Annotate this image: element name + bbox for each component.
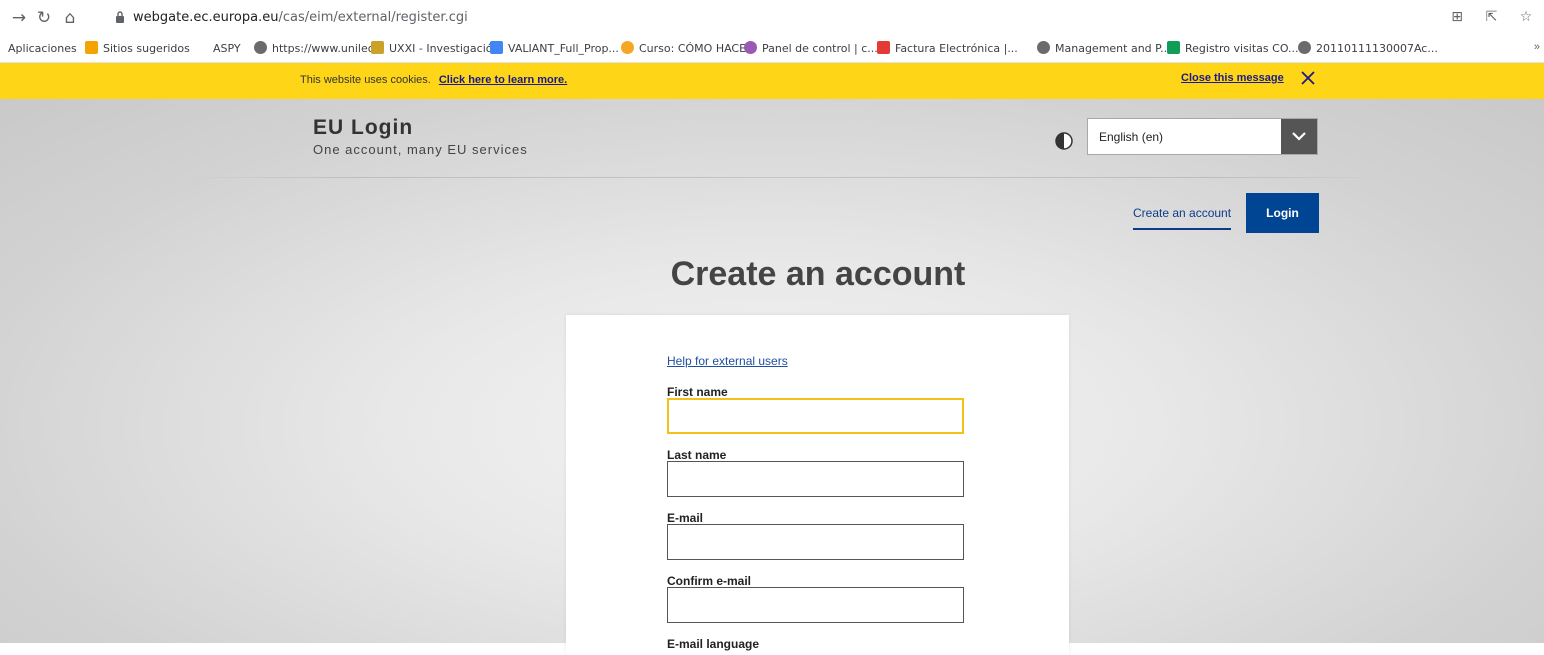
- header-divider: [183, 177, 1388, 178]
- site-title: EU Login: [313, 116, 414, 139]
- language-select[interactable]: English (en): [1087, 118, 1318, 155]
- docs-icon: [490, 41, 503, 54]
- bookmark-registro[interactable]: Registro visitas CO...: [1167, 41, 1299, 57]
- globe-icon: [1037, 41, 1050, 54]
- registration-form: Help for external users First name Last …: [566, 315, 1069, 655]
- language-dropdown-button[interactable]: [1281, 119, 1317, 154]
- contrast-icon[interactable]: [1055, 132, 1073, 150]
- language-value: English (en): [1099, 130, 1164, 144]
- page-title: Create an account: [670, 255, 966, 293]
- bing-icon: [85, 41, 98, 54]
- bookmark-unileon[interactable]: https://www.unileo...: [254, 41, 385, 57]
- last-name-label: Last name: [667, 448, 727, 462]
- moodle-icon: [621, 41, 634, 54]
- factura-icon: [877, 41, 890, 54]
- forward-icon[interactable]: →: [8, 7, 30, 29]
- email-label: E-mail: [667, 511, 704, 525]
- bookmark-management[interactable]: Management and P...: [1037, 41, 1171, 57]
- first-name-field[interactable]: [667, 398, 964, 434]
- page: EU Login One account, many EU services E…: [0, 99, 1544, 655]
- email-language-label: E-mail language: [667, 637, 760, 651]
- reload-icon[interactable]: ↻: [33, 7, 55, 29]
- url-host: webgate.ec.europa.eu: [133, 10, 279, 25]
- chevron-down-icon: [1292, 132, 1306, 141]
- globe-icon: [1298, 41, 1311, 54]
- cookie-message: This website uses cookies. Click here to …: [300, 74, 567, 86]
- browser-actions: ⊞ ⇱ ☆: [1437, 8, 1536, 28]
- bookmark-suggested-sites[interactable]: Sitios sugeridos: [85, 41, 190, 57]
- email-field[interactable]: [667, 524, 964, 560]
- create-account-tab[interactable]: Create an account: [1133, 206, 1232, 230]
- bookmarks-more-icon[interactable]: »: [1534, 41, 1540, 53]
- bookmark-2011[interactable]: 20110111130007Ac...: [1298, 41, 1438, 57]
- bookmark-uxxi[interactable]: UXXI - Investigació...: [371, 41, 503, 57]
- site-subtitle: One account, many EU services: [313, 142, 528, 157]
- bookmark-valiant[interactable]: VALIANT_Full_Prop...: [490, 41, 619, 57]
- translate-icon[interactable]: ⊞: [1447, 9, 1467, 25]
- bookmark-apps[interactable]: Aplicaciones: [8, 41, 77, 57]
- url-path: /cas/eim/external/register.cgi: [278, 10, 468, 25]
- cookie-learn-more-link[interactable]: Click here to learn more.: [439, 74, 567, 86]
- url-field[interactable]: webgate.ec.europa.eu/cas/eim/external/re…: [133, 10, 468, 25]
- browser-address-bar: → ↻ ⌂ webgate.ec.europa.eu/cas/eim/exter…: [0, 0, 1544, 36]
- cookie-banner: This website uses cookies. Click here to …: [0, 63, 1544, 99]
- bookmark-factura[interactable]: Factura Electrónica |...: [877, 41, 1018, 57]
- drive-icon: [1167, 41, 1180, 54]
- panel-icon: [744, 41, 757, 54]
- last-name-field[interactable]: [667, 461, 964, 497]
- cookie-text: This website uses cookies.: [300, 74, 431, 86]
- login-button[interactable]: Login: [1246, 193, 1319, 233]
- bookmark-panel[interactable]: Panel de control | c...: [744, 41, 878, 57]
- home-icon[interactable]: ⌂: [59, 7, 81, 29]
- close-message-link[interactable]: Close this message: [1181, 72, 1284, 84]
- bookmarks-bar: Aplicaciones Sitios sugeridos ASPY https…: [0, 36, 1544, 63]
- confirm-email-field[interactable]: [667, 587, 964, 623]
- first-name-label: First name: [667, 385, 728, 399]
- close-icon[interactable]: [1299, 69, 1317, 87]
- bookmark-curso[interactable]: Curso: CÓMO HACE...: [621, 41, 757, 57]
- bookmark-aspy[interactable]: ASPY: [213, 41, 241, 57]
- share-icon[interactable]: ⇱: [1482, 9, 1502, 25]
- confirm-email-label: Confirm e-mail: [667, 574, 752, 588]
- globe-icon: [254, 41, 267, 54]
- uxxi-icon: [371, 41, 384, 54]
- help-external-users-link[interactable]: Help for external users: [667, 354, 788, 368]
- star-icon[interactable]: ☆: [1516, 9, 1536, 25]
- lock-icon: [116, 11, 124, 23]
